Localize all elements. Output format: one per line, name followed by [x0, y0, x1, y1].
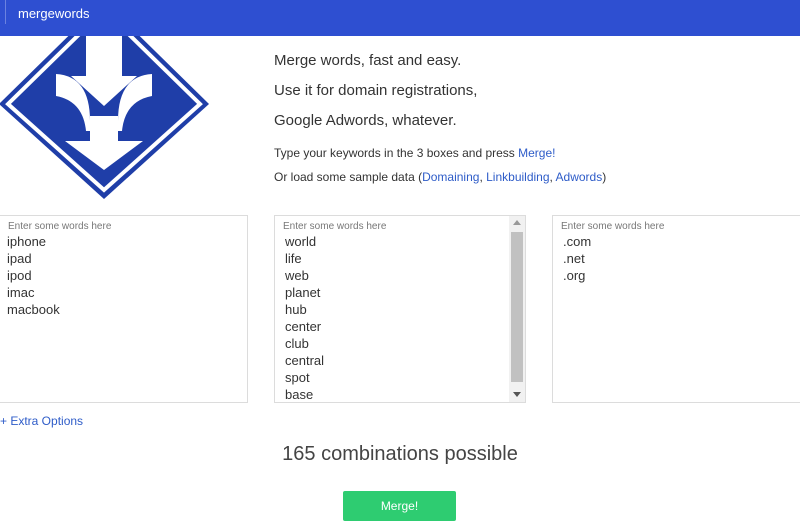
sample-data-text: Or load some sample data ( [274, 170, 423, 184]
box-3-placeholder: Enter some words here [561, 221, 665, 232]
word-item: macbook [7, 302, 60, 317]
box-3-words: .com .net .org [563, 233, 591, 284]
word-item: ipod [7, 268, 32, 283]
combinations-count: 165 combinations possible [282, 443, 518, 465]
words-box-3[interactable]: Enter some words here .com .net .org [552, 215, 800, 403]
box-2-placeholder: Enter some words here [283, 221, 387, 232]
word-item: hub [285, 302, 307, 317]
word-item: iphone [7, 234, 47, 249]
linkbuilding-link[interactable]: Linkbuilding [486, 170, 549, 184]
word-item: ipad [7, 251, 32, 266]
navbar-divider [5, 0, 6, 24]
instructions-line-1: Type your keywords in the 3 boxes and pr… [274, 146, 556, 160]
scroll-down-arrow-icon[interactable] [513, 392, 521, 397]
word-item: .com [563, 234, 592, 249]
instructions-line-2: Or load some sample data (Domaining, Lin… [274, 170, 606, 184]
word-item: central [285, 353, 325, 368]
word-item: base [285, 387, 314, 402]
word-item: world [285, 234, 317, 249]
box-2-words: world life web planet hub center club ce… [285, 233, 324, 403]
tagline-3: Google Adwords, whatever. [274, 112, 457, 129]
box-1-placeholder: Enter some words here [8, 221, 112, 232]
word-item: .org [563, 268, 586, 283]
word-item: planet [285, 285, 321, 300]
words-box-2[interactable]: Enter some words here world life web pla… [274, 215, 526, 403]
instructions-text: Type your keywords in the 3 boxes and pr… [274, 146, 519, 160]
word-item: .net [563, 251, 585, 266]
scroll-up-arrow-icon[interactable] [513, 220, 521, 225]
closing-paren: ) [602, 170, 607, 184]
word-item: imac [7, 285, 35, 300]
merge-link[interactable]: Merge! [518, 146, 555, 160]
word-item: life [285, 251, 302, 266]
tagline-1: Merge words, fast and easy. [274, 52, 462, 69]
scrollbar-thumb[interactable] [511, 232, 523, 382]
merge-button[interactable]: Merge! [343, 491, 456, 521]
word-item: club [285, 336, 309, 351]
domaining-link[interactable]: Domaining [422, 170, 479, 184]
words-box-1[interactable]: Enter some words here iphone ipad ipod i… [0, 215, 248, 403]
box-1-words: iphone ipad ipod imac macbook [7, 233, 60, 318]
adwords-link[interactable]: Adwords [556, 170, 603, 184]
brand-link[interactable]: mergewords [18, 6, 90, 21]
word-item: web [285, 268, 309, 283]
extra-options-link[interactable]: + Extra Options [0, 414, 83, 428]
word-item: spot [285, 370, 310, 385]
box-2-scrollbar[interactable] [509, 216, 525, 402]
tagline-2: Use it for domain registrations, [274, 82, 478, 99]
mergewords-logo-icon [0, 36, 209, 199]
top-navbar: mergewords [0, 0, 800, 36]
word-item: center [285, 319, 322, 334]
